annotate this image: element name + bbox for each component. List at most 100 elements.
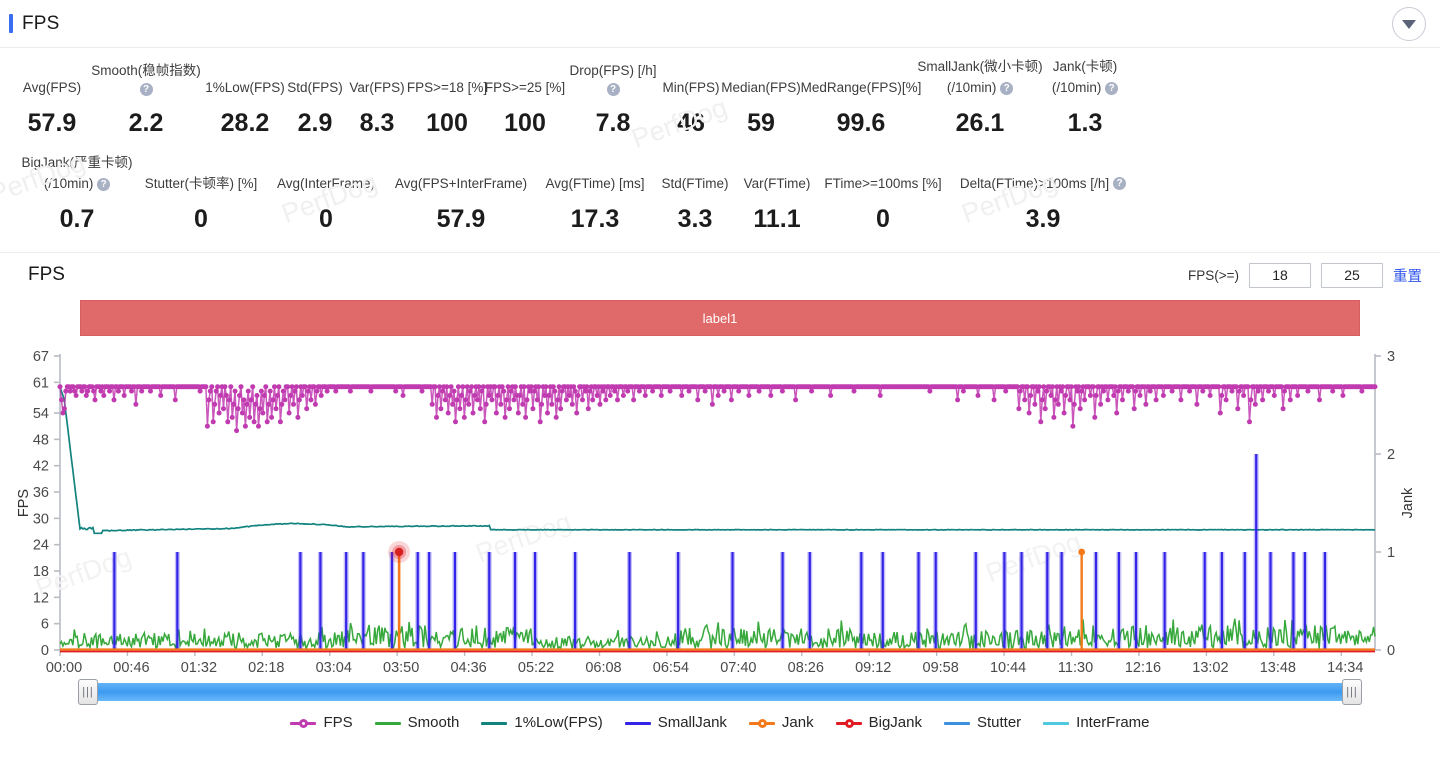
metric-label-text: Var(FPS) bbox=[349, 80, 405, 95]
metric-label: Std(FTime) bbox=[661, 175, 729, 192]
metric-label: Median(FPS) bbox=[721, 79, 801, 96]
metric-card: Var(FPS) 8.3 bbox=[346, 79, 408, 138]
svg-text:05:22: 05:22 bbox=[518, 660, 554, 673]
metric-label-text: FPS>=18 [%] bbox=[406, 80, 488, 95]
svg-text:PerfDog: PerfDog bbox=[982, 527, 1085, 589]
header-accent-bar bbox=[9, 14, 13, 33]
metric-label-text: 1%Low(FPS) bbox=[205, 80, 285, 95]
metric-label-text: Delta(FTime)>100ms [/h] bbox=[959, 176, 1110, 191]
metric-value: 8.3 bbox=[359, 109, 395, 137]
metric-label-text: SmallJank(微小卡顿) bbox=[917, 59, 1043, 74]
legend-label: FPS bbox=[323, 714, 353, 731]
metric-label-text: Smooth(稳帧指数) bbox=[91, 63, 201, 78]
metric-value: 57.9 bbox=[27, 109, 77, 137]
collapse-panel-button[interactable] bbox=[1392, 7, 1426, 41]
svg-text:12:16: 12:16 bbox=[1125, 660, 1161, 673]
metric-label-text: Avg(FPS+InterFrame) bbox=[394, 176, 528, 191]
metric-label-text: Std(FPS) bbox=[287, 80, 343, 95]
svg-text:04:36: 04:36 bbox=[450, 660, 486, 673]
help-icon[interactable]: ? bbox=[1000, 81, 1014, 95]
metric-label: 1%Low(FPS) bbox=[205, 79, 285, 96]
legend-marker-icon bbox=[748, 717, 775, 729]
legend-item-smooth[interactable]: Smooth bbox=[374, 714, 460, 731]
metric-label: Drop(FPS) [/h]? bbox=[569, 62, 657, 96]
legend-marker-icon bbox=[943, 717, 970, 729]
chevron-down-icon bbox=[1402, 19, 1416, 29]
legend-item-interframe[interactable]: InterFrame bbox=[1043, 714, 1150, 731]
svg-text:10:44: 10:44 bbox=[990, 660, 1026, 673]
metric-label: Std(FPS) bbox=[287, 79, 343, 96]
threshold-label: FPS(>=) bbox=[1187, 267, 1239, 283]
metric-label: Avg(FPS+InterFrame) bbox=[393, 175, 529, 192]
metric-card: FTime>=100ms [%] 0 bbox=[818, 175, 948, 234]
metric-value: 11.1 bbox=[753, 205, 801, 233]
legend-marker-icon bbox=[290, 717, 317, 729]
help-icon[interactable]: ? bbox=[1113, 177, 1127, 190]
metric-card: Delta(FTime)>100ms [/h]? 3.9 bbox=[948, 175, 1138, 234]
metric-value: 17.3 bbox=[570, 205, 620, 233]
metric-card: Jank(卡顿) (/10min) ? 1.3 bbox=[1040, 58, 1130, 138]
svg-text:54: 54 bbox=[33, 406, 49, 422]
legend-label: SmallJank bbox=[657, 714, 727, 731]
metric-label-text: Var(FTime) bbox=[743, 176, 811, 191]
fps-threshold-low-input[interactable] bbox=[1249, 262, 1311, 288]
metric-label-text: FTime>=100ms [%] bbox=[824, 176, 942, 191]
help-icon[interactable]: ? bbox=[97, 177, 111, 191]
legend-item-fps[interactable]: FPS bbox=[290, 714, 353, 731]
metric-label-text: Std(FTime) bbox=[661, 176, 729, 191]
metrics-summary: PerfDog PerfDog PerfDog PerfDog Avg(FPS)… bbox=[0, 48, 1440, 234]
metric-card: Avg(FTime) [ms] 17.3 bbox=[536, 175, 654, 234]
metric-card: Drop(FPS) [/h]? 7.8 bbox=[564, 62, 662, 138]
legend-item-1-low-fps[interactable]: 1%Low(FPS) bbox=[481, 714, 603, 731]
metric-value: 0.7 bbox=[59, 205, 95, 233]
metrics-row-secondary: BigJank(严重卡顿) (/10min) ? 0.7 Stutter(卡顿率) [… bbox=[0, 154, 1440, 234]
metric-label: FPS>=18 [%] bbox=[407, 79, 487, 96]
metric-label: BigJank(严重卡顿) (/10min) ? bbox=[21, 154, 132, 192]
help-icon[interactable]: ? bbox=[1105, 81, 1119, 95]
fps-jank-plot[interactable]: 06121824303642485461670123FPS Jank00:00 00… bbox=[0, 348, 1440, 673]
slider-handle-left[interactable]: ||| bbox=[78, 679, 98, 705]
svg-text:14:34: 14:34 bbox=[1327, 660, 1363, 673]
metric-label: Stutter(卡顿率) [%] bbox=[143, 175, 259, 192]
legend-item-smalljank[interactable]: SmallJank bbox=[624, 714, 727, 731]
metric-value: 46 bbox=[677, 109, 705, 137]
legend-item-stutter[interactable]: Stutter bbox=[943, 714, 1021, 731]
help-icon[interactable]: ? bbox=[606, 83, 620, 96]
metric-label-text: Avg(FTime) [ms] bbox=[545, 176, 645, 191]
metric-card: SmallJank(微小卡顿) (/10min) ? 26.1 bbox=[917, 58, 1043, 138]
legend-item-jank[interactable]: Jank bbox=[748, 714, 814, 731]
label-band[interactable]: label1 bbox=[80, 300, 1360, 336]
metric-label-subtext: (/10min) ? bbox=[25, 175, 129, 192]
svg-text:02:18: 02:18 bbox=[248, 660, 284, 673]
time-range-slider[interactable]: ||| ||| bbox=[0, 679, 1440, 705]
metric-label-text: Drop(FPS) [/h] bbox=[569, 63, 657, 78]
svg-text:00:46: 00:46 bbox=[113, 660, 149, 673]
legend-item-bigjank[interactable]: BigJank bbox=[835, 714, 922, 731]
metric-value: 57.9 bbox=[436, 205, 486, 233]
fps-threshold-high-input[interactable] bbox=[1321, 262, 1383, 288]
help-icon[interactable]: ? bbox=[139, 83, 153, 96]
svg-text:61: 61 bbox=[33, 375, 49, 391]
metric-label: Var(FPS) bbox=[349, 79, 404, 96]
metric-value: 2.2 bbox=[128, 109, 164, 137]
reset-button[interactable]: 重置 bbox=[1393, 265, 1422, 286]
metric-label-text: Avg(InterFrame) bbox=[276, 176, 376, 191]
svg-text:67: 67 bbox=[33, 349, 49, 365]
metric-card: 1%Low(FPS) 28.2 bbox=[205, 79, 285, 138]
metric-value: 0 bbox=[319, 205, 333, 233]
metric-value: 3.9 bbox=[1025, 205, 1061, 233]
legend-label: Smooth bbox=[407, 714, 460, 731]
slider-track[interactable] bbox=[78, 683, 1362, 701]
plot-area: 0 6 12 18 24 30 36 42 48 54 61 67 0 1 2 3 FPS Jank 00:00 00… bbox=[0, 348, 1440, 673]
metric-label: Avg(FTime) [ms] bbox=[543, 175, 647, 192]
svg-text:48: 48 bbox=[33, 432, 49, 448]
metric-value: 100 bbox=[426, 109, 468, 137]
metric-label-subtext: (/10min) ? bbox=[927, 79, 1033, 96]
slider-handle-right[interactable]: ||| bbox=[1342, 679, 1362, 705]
metric-card: Avg(FPS+InterFrame) 57.9 bbox=[386, 175, 536, 234]
metric-label: MedRange(FPS)[%] bbox=[801, 79, 922, 96]
legend-marker-icon bbox=[481, 717, 508, 729]
fps-chart-section: FPS FPS(>=) 重置 label1 061218243036424854… bbox=[0, 253, 1440, 731]
metric-label-text: FPS>=25 [%] bbox=[484, 80, 566, 95]
chart-title: FPS bbox=[28, 264, 65, 285]
